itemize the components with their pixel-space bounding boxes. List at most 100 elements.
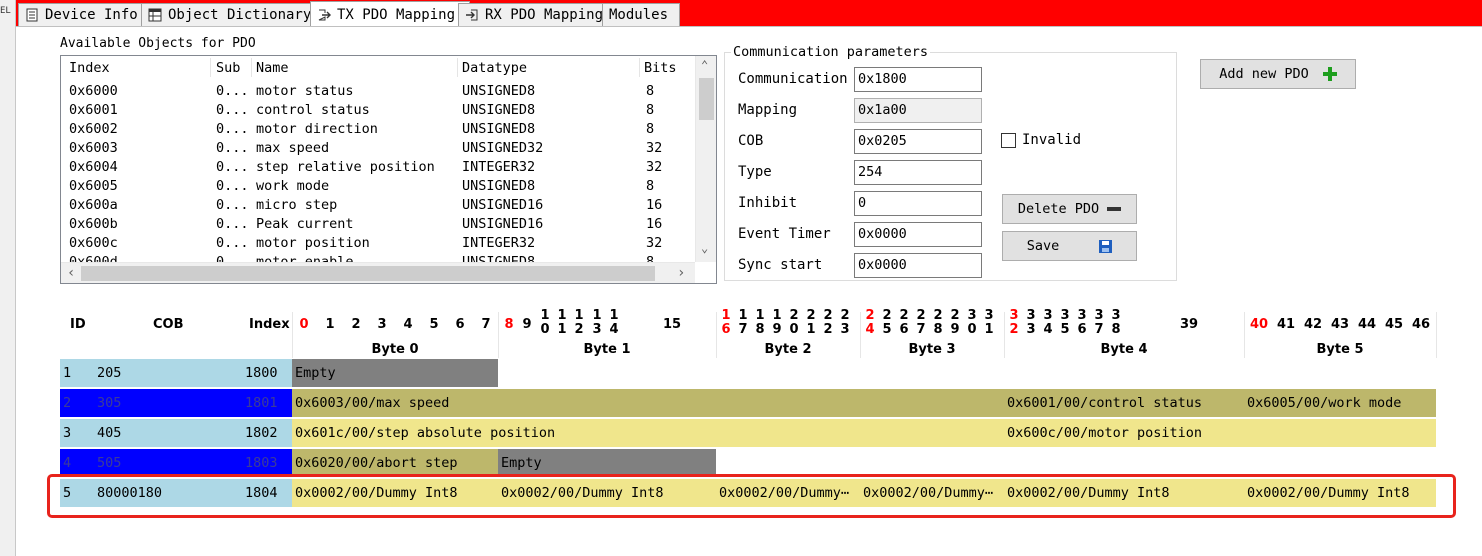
pdo-mapping-entry[interactable]: 0x6005/00/work mode: [1244, 389, 1436, 417]
event-timer-field[interactable]: 0x0000: [854, 222, 982, 247]
column-header-index[interactable]: Index: [69, 60, 110, 76]
bit-header: 2 9: [950, 308, 960, 337]
column-header-name[interactable]: Name: [256, 60, 289, 76]
communication-parameters-title: Communication parameters: [731, 44, 931, 60]
pdo-row-id[interactable]: 2: [60, 389, 94, 417]
object-index: 0x6003: [69, 140, 118, 156]
pdo-mapping-entry[interactable]: 0x6020/00/abort step: [292, 449, 498, 477]
pdo-row-cob[interactable]: 405: [94, 419, 242, 447]
object-list-item[interactable]: 0x6005 0... work mode UNSIGNED8 8: [61, 178, 695, 197]
scroll-down-icon[interactable]: ⌄: [701, 241, 708, 255]
tab-device-info[interactable]: Device Info: [18, 3, 154, 26]
communication-label: Communication: [738, 71, 848, 87]
column-separator[interactable]: [457, 58, 458, 77]
column-header-sub[interactable]: Sub: [216, 60, 240, 76]
byte-label: Byte 1: [583, 342, 631, 357]
scroll-right-icon[interactable]: ›: [677, 265, 685, 281]
object-list-item[interactable]: 0x6000 0... motor status UNSIGNED8 8: [61, 83, 695, 102]
left-strip-label: EL: [0, 6, 11, 16]
object-list-item[interactable]: 0x600a 0... micro step UNSIGNED16 16: [61, 197, 695, 216]
bit-header: 46: [1411, 317, 1431, 332]
bit-header: 2 4: [865, 308, 875, 337]
bit-header: 2 2: [823, 308, 833, 337]
object-index: 0x6004: [69, 159, 118, 175]
object-list-item[interactable]: 0x6001 0... control status UNSIGNED8 8: [61, 102, 695, 121]
pdo-row-id[interactable]: 1: [60, 359, 94, 387]
bit-header: 3 8: [1111, 308, 1121, 337]
tab-modules[interactable]: Modules: [602, 3, 680, 26]
inhibit-field[interactable]: 0: [854, 191, 982, 216]
object-datatype: UNSIGNED8: [462, 102, 536, 118]
vertical-scrollbar[interactable]: ⌃ ⌄: [695, 56, 716, 262]
save-label: Save: [1026, 238, 1060, 254]
column-separator[interactable]: [639, 58, 640, 77]
bit-header: 3 5: [1060, 308, 1070, 337]
delete-pdo-button[interactable]: Delete PDO: [1002, 194, 1137, 224]
pdo-mapping-entry[interactable]: 0x600c/00/motor position: [1004, 419, 1436, 447]
pdo-mapping-entry[interactable]: 0x6003/00/max speed: [292, 389, 1004, 417]
bit-header: 0: [299, 317, 309, 332]
mapping-field[interactable]: 0x1a00: [854, 98, 982, 123]
pdo-row-id[interactable]: 4: [60, 449, 94, 477]
object-list-item[interactable]: 0x6003 0... max speed UNSIGNED32 32: [61, 140, 695, 159]
type-field[interactable]: 254: [854, 160, 982, 185]
bit-header: 2: [351, 317, 361, 332]
grid-header-index: Index: [249, 317, 290, 332]
bit-header: 1 4: [609, 308, 619, 337]
plus-icon: [1322, 67, 1337, 81]
pdo-row-cob[interactable]: 305: [94, 389, 242, 417]
pdo-row-cob[interactable]: 505: [94, 449, 242, 477]
bit-header: 2 3: [840, 308, 850, 337]
pdo-row-index[interactable]: 1801: [242, 389, 292, 417]
object-sub: 0...: [216, 197, 249, 213]
bit-header: 3 0: [967, 308, 977, 337]
bit-header: 45: [1384, 317, 1404, 332]
event-timer-label: Event Timer: [738, 226, 831, 242]
sync-start-field[interactable]: 0x0000: [854, 253, 982, 278]
column-separator[interactable]: [210, 58, 211, 77]
cob-field[interactable]: 0x0205: [854, 129, 982, 154]
scroll-up-icon[interactable]: ⌃: [701, 58, 708, 72]
tab-object-dictionary[interactable]: Object Dictionary: [141, 3, 322, 26]
pdo-mapping-entry[interactable]: Empty: [292, 359, 498, 387]
tab-label: Device Info: [45, 7, 138, 23]
pdo-row-id[interactable]: 3: [60, 419, 94, 447]
minus-icon: [1107, 207, 1122, 211]
vertical-scroll-thumb[interactable]: [699, 78, 714, 120]
invalid-checkbox[interactable]: [1001, 133, 1016, 148]
pdo-mapping-entry[interactable]: Empty: [498, 449, 716, 477]
object-list-item[interactable]: 0x6002 0... motor direction UNSIGNED8 8: [61, 121, 695, 140]
available-objects-list[interactable]: Index Sub Name Datatype Bits 0x6000 0... m…: [60, 55, 717, 284]
object-index: 0x6002: [69, 121, 118, 137]
column-header-datatype[interactable]: Datatype: [462, 60, 527, 76]
object-sub: 0...: [216, 216, 249, 232]
bit-header: 15: [662, 317, 682, 332]
inhibit-label: Inhibit: [738, 195, 798, 211]
horizontal-scroll-thumb[interactable]: [81, 266, 655, 281]
scroll-left-icon[interactable]: ‹: [67, 265, 75, 281]
pdo-row-index[interactable]: 1803: [242, 449, 292, 477]
object-list-item[interactable]: 0x600c 0... motor position INTEGER32 32: [61, 235, 695, 254]
object-datatype: INTEGER32: [462, 235, 536, 251]
tab-tx-pdo-mapping[interactable]: TX PDO Mapping: [310, 1, 470, 27]
pdo-row-cob[interactable]: 205: [94, 359, 242, 387]
grid-header-cob: COB: [153, 317, 184, 332]
save-button[interactable]: Save: [1002, 231, 1137, 261]
bit-header: 1 8: [755, 308, 765, 337]
byte-label: Byte 3: [908, 342, 956, 357]
pdo-mapping-entry[interactable]: 0x601c/00/step absolute position: [292, 419, 1004, 447]
communication-field[interactable]: 0x1800: [854, 67, 982, 92]
pdo-row-index[interactable]: 1800: [242, 359, 292, 387]
tab-rx-pdo-mapping[interactable]: RX PDO Mapping: [458, 3, 615, 26]
horizontal-scrollbar[interactable]: ‹ ›: [61, 262, 695, 283]
object-datatype: UNSIGNED16: [462, 216, 544, 232]
bit-header: 2 1: [806, 308, 816, 337]
object-bits: 8: [646, 83, 655, 99]
pdo-mapping-entry[interactable]: 0x6001/00/control status: [1004, 389, 1244, 417]
add-new-pdo-button[interactable]: Add new PDO: [1200, 59, 1356, 89]
object-list-item[interactable]: 0x6004 0... step relative position INTEGER3…: [61, 159, 695, 178]
column-header-bits[interactable]: Bits: [644, 60, 677, 76]
column-separator[interactable]: [251, 58, 252, 77]
object-list-item[interactable]: 0x600b 0... Peak current UNSIGNED16 16: [61, 216, 695, 235]
pdo-row-index[interactable]: 1802: [242, 419, 292, 447]
